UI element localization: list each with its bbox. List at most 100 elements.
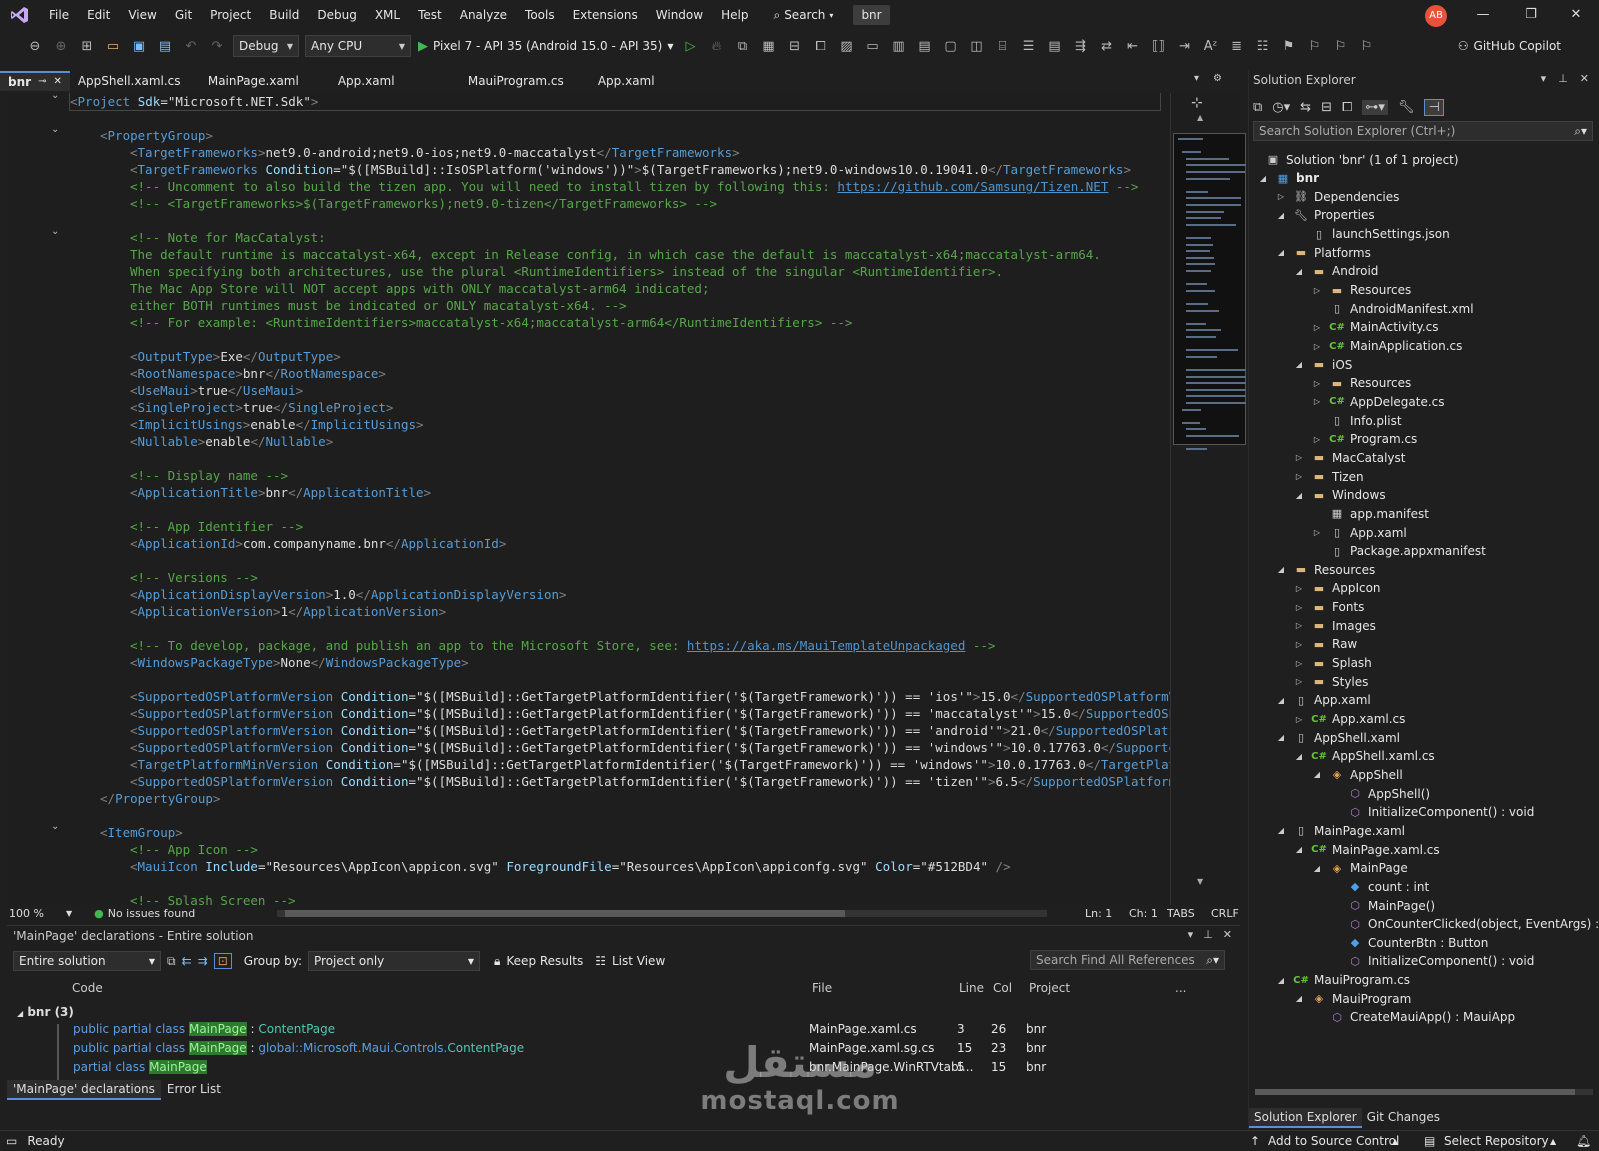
- column-header-line[interactable]: Line: [959, 981, 984, 995]
- scroll-up-icon[interactable]: ▲: [1197, 113, 1203, 122]
- fold-toggle-icon[interactable]: ⌄: [51, 821, 59, 832]
- collapse-arrow-icon[interactable]: ◢: [1275, 565, 1287, 574]
- chevron-down-icon[interactable]: ▾: [1541, 72, 1547, 85]
- code-line[interactable]: <UseMaui>true</UseMaui>: [70, 382, 1170, 399]
- collapse-arrow-icon[interactable]: ◢: [1275, 826, 1287, 835]
- close-icon[interactable]: ✕: [1223, 928, 1232, 941]
- minimize-button[interactable]: —: [1460, 0, 1506, 30]
- tree-item-styles[interactable]: ▷ ▬ Styles: [1293, 672, 1368, 691]
- menu-project[interactable]: Project: [201, 0, 260, 30]
- tree-item-android[interactable]: ◢ ▬ Android: [1293, 262, 1378, 281]
- scrollbar-thumb[interactable]: [285, 910, 845, 917]
- toolbar-tool-icon[interactable]: ☰: [1018, 35, 1040, 57]
- code-line[interactable]: <SupportedOSPlatformVersion Condition="$…: [70, 688, 1170, 705]
- code-editor[interactable]: ⌄ ⌄ ⌄ ⌄ <Project Sdk="Microsoft.NET.Sdk"> <P…: [7, 93, 1170, 905]
- toolbar-tool-icon[interactable]: ▦: [758, 35, 780, 57]
- menu-test[interactable]: Test: [409, 0, 451, 30]
- tab-appshell-xaml-cs[interactable]: AppShell.xaml.cs: [70, 71, 200, 91]
- list-view-button[interactable]: List View: [612, 954, 665, 968]
- tab-git-changes[interactable]: Git Changes: [1362, 1108, 1445, 1128]
- tree-item-mainapplication-cs[interactable]: ▷ C# MainApplication.cs: [1311, 337, 1462, 356]
- code-line[interactable]: <Project Sdk="Microsoft.NET.Sdk">: [69, 93, 1161, 111]
- collapse-arrow-icon[interactable]: ◢: [1275, 248, 1287, 257]
- code-line[interactable]: <ApplicationId>com.companyname.bnr</Appl…: [70, 535, 1170, 552]
- tree-item-maccatalyst[interactable]: ▷ ▬ MacCatalyst: [1293, 448, 1406, 467]
- line-ending[interactable]: CRLF: [1211, 907, 1239, 920]
- hot-reload-icon[interactable]: 🔥︎: [706, 35, 728, 57]
- code-line[interactable]: [70, 671, 1170, 688]
- toolbar-tool-icon[interactable]: ▤: [1044, 35, 1066, 57]
- tree-item-package-appxmanifest[interactable]: ▯ Package.appxmanifest: [1311, 542, 1486, 561]
- code-line[interactable]: <!-- Splash Screen -->: [70, 892, 1170, 905]
- tree-item-androidmanifest-xml[interactable]: ▯ AndroidManifest.xml: [1311, 299, 1474, 318]
- code-line[interactable]: [70, 552, 1170, 569]
- menu-build[interactable]: Build: [260, 0, 308, 30]
- column-header-code[interactable]: Code: [72, 981, 103, 995]
- code-line[interactable]: <ApplicationTitle>bnr</ApplicationTitle>: [70, 484, 1170, 501]
- tab-mainpage-xaml[interactable]: MainPage.xaml: [200, 71, 330, 91]
- minimap-viewport[interactable]: [1173, 133, 1246, 451]
- back-icon[interactable]: ⊖: [24, 35, 46, 57]
- menu-debug[interactable]: Debug: [308, 0, 365, 30]
- code-line[interactable]: [70, 212, 1170, 229]
- close-tab-icon[interactable]: ✕: [53, 72, 61, 92]
- prev-location-icon[interactable]: ⇇: [182, 954, 192, 968]
- pin-icon[interactable]: ⊥: [1203, 928, 1213, 941]
- new-project-icon[interactable]: ⊞: [76, 35, 98, 57]
- tree-item-bnr[interactable]: ◢ ▦ bnr: [1257, 169, 1319, 188]
- issues-status[interactable]: No issues found: [108, 907, 195, 920]
- code-line[interactable]: <!-- Note for MacCatalyst:: [70, 229, 1170, 246]
- tree-item-info-plist[interactable]: ▯ Info.plist: [1311, 411, 1402, 430]
- select-repository-button[interactable]: Select Repository: [1444, 1134, 1549, 1148]
- switch-views-icon[interactable]: ⧉: [1253, 100, 1262, 115]
- column-header-project[interactable]: Project: [1029, 981, 1070, 995]
- tree-item-createmauiapp-mauiapp[interactable]: ⬡ CreateMauiApp() : MauiApp: [1311, 1008, 1515, 1027]
- filter-icon[interactable]: ⊶▾: [1362, 99, 1388, 115]
- github-copilot-button[interactable]: ⚇ GitHub Copilot: [1458, 39, 1561, 53]
- split-editor-icon[interactable]: ⊹: [1191, 95, 1203, 111]
- tree-item-app-manifest[interactable]: ▦ app.manifest: [1311, 504, 1429, 523]
- visual-studio-logo-icon[interactable]: [0, 0, 40, 30]
- history-icon[interactable]: ◷▾: [1272, 100, 1290, 115]
- code-line[interactable]: <ApplicationVersion>1</ApplicationVersio…: [70, 603, 1170, 620]
- code-line[interactable]: <TargetPlatformMinVersion Condition="$([…: [70, 756, 1170, 773]
- clear-filter-icon[interactable]: ⊡: [213, 953, 232, 969]
- collapse-arrow-icon[interactable]: ◢: [1275, 976, 1287, 985]
- find-references-search-input[interactable]: Search Find All References ⌕▾: [1030, 950, 1225, 970]
- reference-row[interactable]: public partial class MainPage : global::…: [7, 1041, 1232, 1060]
- show-all-files-icon[interactable]: ⧠: [1342, 100, 1352, 115]
- code-line[interactable]: <OutputType>Exe</OutputType>: [70, 348, 1170, 365]
- toolbar-tool-icon[interactable]: ▭: [862, 35, 884, 57]
- menu-extensions[interactable]: Extensions: [564, 0, 647, 30]
- tree-item-counterbtn-button[interactable]: ◆ CounterBtn : Button: [1329, 933, 1489, 952]
- column-header-more[interactable]: ...: [1175, 981, 1186, 995]
- chevron-down-icon[interactable]: ▾: [1188, 928, 1194, 941]
- undo-icon[interactable]: ↶: [180, 35, 202, 57]
- tab-app-xaml[interactable]: App.xaml: [590, 71, 720, 91]
- line-number[interactable]: Ln: 1: [1085, 907, 1112, 920]
- code-line[interactable]: <WindowsPackageType>None</WindowsPackage…: [70, 654, 1170, 671]
- expand-arrow-icon[interactable]: ▷: [1311, 323, 1323, 332]
- tree-item-appdelegate-cs[interactable]: ▷ C# AppDelegate.cs: [1311, 392, 1445, 411]
- collapse-arrow-icon[interactable]: ◢: [1275, 696, 1287, 705]
- collapse-all-icon[interactable]: ⊟: [1321, 100, 1332, 115]
- reference-row[interactable]: public partial class MainPage : ContentP…: [7, 1022, 1232, 1041]
- toolbar-tool-icon[interactable]: ▥: [888, 35, 910, 57]
- close-button[interactable]: ✕: [1553, 0, 1599, 30]
- code-line[interactable]: [70, 620, 1170, 637]
- column-header-file[interactable]: File: [812, 981, 832, 995]
- chevron-up-icon[interactable]: ▲: [1392, 1137, 1398, 1146]
- code-line[interactable]: When specifying both architectures, use …: [70, 263, 1170, 280]
- code-line[interactable]: <!-- App Identifier -->: [70, 518, 1170, 535]
- expand-arrow-icon[interactable]: ▷: [1275, 192, 1287, 201]
- code-line[interactable]: The default runtime is maccatalyst-x64, …: [70, 246, 1170, 263]
- toolbar-tool-icon[interactable]: ▤: [914, 35, 936, 57]
- scrollbar-thumb[interactable]: [1255, 1089, 1575, 1095]
- tree-item-solution-bnr-1-of-1-project[interactable]: ▣ Solution 'bnr' (1 of 1 project): [1265, 150, 1459, 169]
- tree-item-appicon[interactable]: ▷ ▬ AppIcon: [1293, 579, 1381, 598]
- toolbar-tool-icon[interactable]: ⇶: [1070, 35, 1092, 57]
- tree-item-appshell-xaml[interactable]: ◢ ▯ AppShell.xaml: [1275, 728, 1400, 747]
- tree-item-mauiprogram-cs[interactable]: ◢ C# MauiProgram.cs: [1275, 971, 1410, 990]
- code-line[interactable]: <MauiIcon Include="Resources\AppIcon\app…: [70, 858, 1170, 875]
- tree-item-dependencies[interactable]: ▷ ⛓ Dependencies: [1275, 187, 1399, 206]
